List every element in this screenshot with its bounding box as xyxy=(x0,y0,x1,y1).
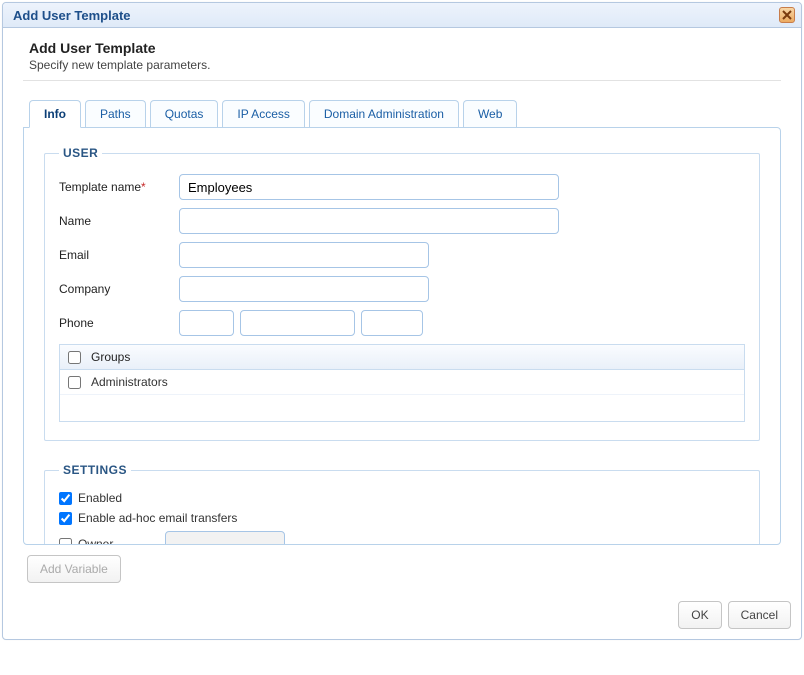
company-input[interactable] xyxy=(179,276,429,302)
user-legend: USER xyxy=(59,146,102,160)
groups-header-label: Groups xyxy=(91,350,130,364)
chevron-down-icon: ⌄ xyxy=(270,539,278,545)
close-button[interactable] xyxy=(779,7,795,23)
titlebar: Add User Template xyxy=(3,3,801,28)
close-icon xyxy=(782,10,792,20)
owner-label: Owner xyxy=(78,537,113,544)
phone-input-1[interactable] xyxy=(179,310,234,336)
enabled-label: Enabled xyxy=(78,491,122,505)
row-email: Email xyxy=(59,242,745,268)
settings-fieldset: SETTINGS Enabled Enable ad-hoc email tra… xyxy=(44,463,760,544)
row-company: Company xyxy=(59,276,745,302)
enabled-checkbox[interactable] xyxy=(59,492,72,505)
cancel-button[interactable]: Cancel xyxy=(728,601,791,629)
phone-input-2[interactable] xyxy=(240,310,355,336)
row-name: Name xyxy=(59,208,745,234)
table-row[interactable]: Administrators xyxy=(60,370,744,395)
tab-panel: USER Template name* Name Email C xyxy=(23,127,781,545)
owner-checkbox[interactable] xyxy=(59,538,72,545)
adhoc-label: Enable ad-hoc email transfers xyxy=(78,511,237,525)
template-name-input[interactable] xyxy=(179,174,559,200)
table-filler xyxy=(60,395,744,421)
row-template-name: Template name* xyxy=(59,174,745,200)
window-title: Add User Template xyxy=(13,8,131,23)
owner-select[interactable]: ⌄ xyxy=(165,531,285,544)
page-subtitle: Specify new template parameters. xyxy=(29,58,775,72)
template-name-label: Template name* xyxy=(59,180,179,194)
groups-header-row: Groups xyxy=(60,345,744,370)
required-star: * xyxy=(141,180,146,194)
email-input[interactable] xyxy=(179,242,429,268)
add-variable-button[interactable]: Add Variable xyxy=(27,555,121,583)
email-label: Email xyxy=(59,248,179,262)
settings-legend: SETTINGS xyxy=(59,463,131,477)
dialog-body: Add User Template Specify new template p… xyxy=(3,28,801,593)
adhoc-checkbox[interactable] xyxy=(59,512,72,525)
header-block: Add User Template Specify new template p… xyxy=(23,40,781,81)
tab-bar: Info Paths Quotas IP Access Domain Admin… xyxy=(23,99,781,127)
tab-quotas[interactable]: Quotas xyxy=(150,100,219,128)
group-row-checkbox[interactable] xyxy=(68,376,81,389)
tab-web[interactable]: Web xyxy=(463,100,517,128)
dialog-footer: OK Cancel xyxy=(3,593,801,639)
row-owner: Owner ⌄ xyxy=(59,531,745,544)
groups-header-checkbox[interactable] xyxy=(68,351,81,364)
tab-ip-access[interactable]: IP Access xyxy=(222,100,304,128)
row-enabled: Enabled xyxy=(59,491,745,505)
below-panel: Add Variable xyxy=(23,545,781,585)
scroll-area[interactable]: USER Template name* Name Email C xyxy=(24,128,780,544)
tab-domain-administration[interactable]: Domain Administration xyxy=(309,100,459,128)
groups-table: Groups Administrators xyxy=(59,344,745,422)
user-fieldset: USER Template name* Name Email C xyxy=(44,146,760,441)
add-user-template-dialog: Add User Template Add User Template Spec… xyxy=(2,2,802,640)
phone-group xyxy=(179,310,423,336)
group-row-label: Administrators xyxy=(91,375,168,389)
row-adhoc: Enable ad-hoc email transfers xyxy=(59,511,745,525)
page-title: Add User Template xyxy=(29,40,775,56)
name-input[interactable] xyxy=(179,208,559,234)
phone-label: Phone xyxy=(59,316,179,330)
company-label: Company xyxy=(59,282,179,296)
row-phone: Phone xyxy=(59,310,745,336)
name-label: Name xyxy=(59,214,179,228)
phone-input-3[interactable] xyxy=(361,310,423,336)
ok-button[interactable]: OK xyxy=(678,601,721,629)
tab-paths[interactable]: Paths xyxy=(85,100,146,128)
tab-info[interactable]: Info xyxy=(29,100,81,128)
